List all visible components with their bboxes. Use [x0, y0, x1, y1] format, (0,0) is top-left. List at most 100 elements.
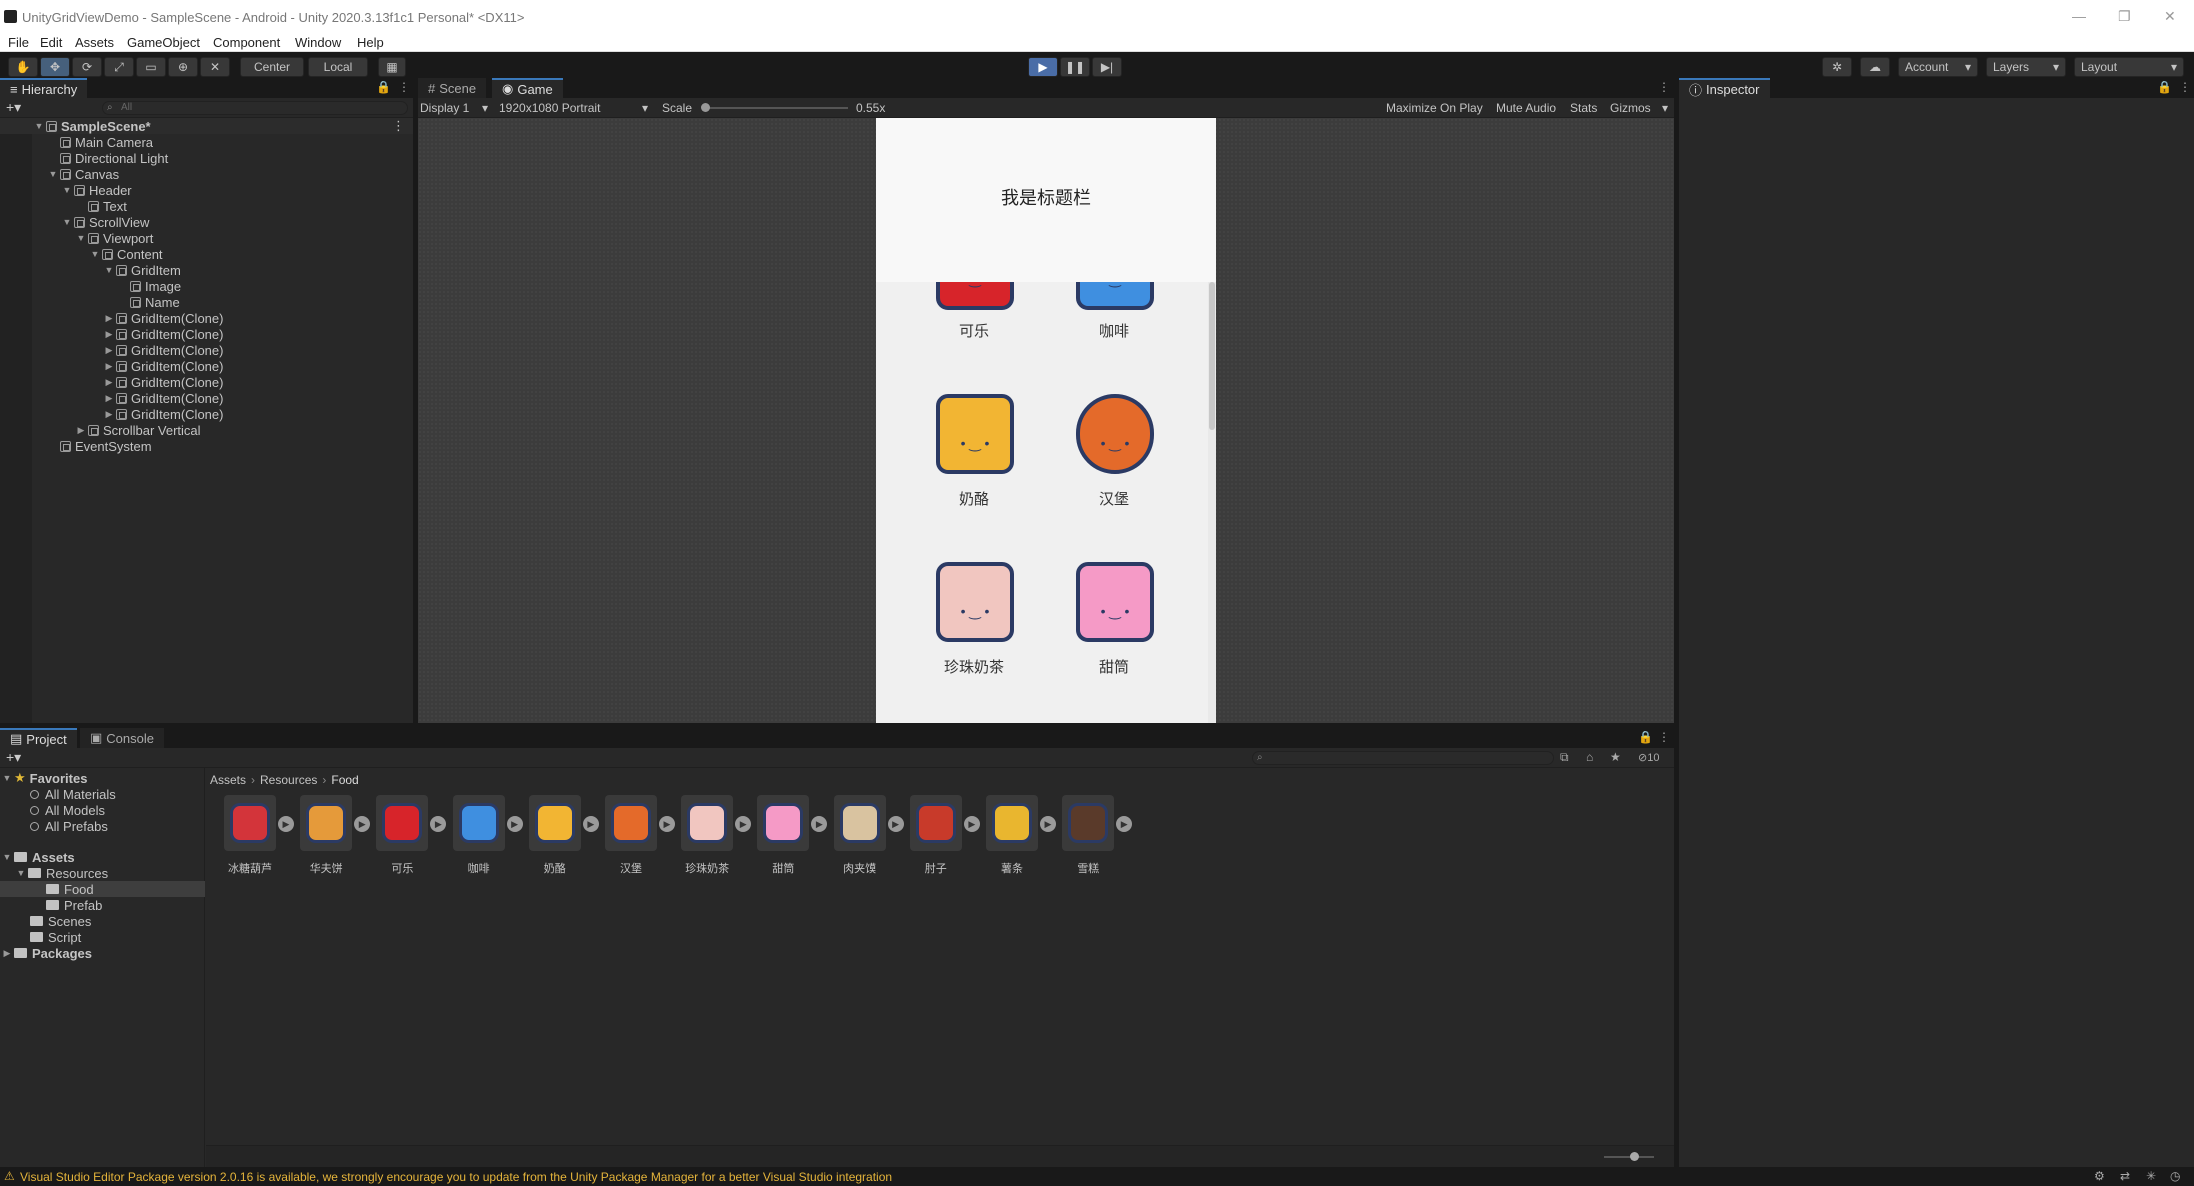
expand-sprite-icon[interactable]: ▶: [963, 816, 980, 832]
tab-inspector[interactable]: ⓘ Inspector: [1679, 78, 1770, 98]
expand-arrow-icon[interactable]: ▶: [104, 409, 114, 420]
layers-dropdown[interactable]: Layers ▾: [1986, 57, 2066, 77]
tab-scene[interactable]: # Scene: [418, 78, 487, 98]
project-search-input[interactable]: ⌕: [1252, 751, 1554, 765]
hierarchy-item[interactable]: ▼ SampleScene* ⋮: [0, 118, 413, 134]
pause-button[interactable]: ❚❚: [1060, 57, 1090, 77]
hierarchy-item[interactable]: ▶ GridItem(Clone): [104, 342, 224, 358]
asset-item[interactable]: 薯条: [984, 795, 1040, 875]
hierarchy-item[interactable]: ▼ ScrollView: [62, 214, 150, 230]
maximize-on-play-toggle[interactable]: Maximize On Play: [1386, 101, 1483, 115]
progress-icon[interactable]: ◷: [2170, 1169, 2180, 1183]
tab-console[interactable]: ▣ Console: [80, 728, 164, 748]
hierarchy-item[interactable]: Main Camera: [48, 134, 153, 150]
layout-dropdown[interactable]: Layout ▾: [2074, 57, 2184, 77]
grid-snap-button[interactable]: ▦: [378, 57, 406, 77]
expand-sprite-icon[interactable]: ▶: [887, 816, 904, 832]
asset-item[interactable]: 珍珠奶茶: [679, 795, 735, 875]
assets-row[interactable]: ▼ Assets: [2, 849, 75, 865]
hierarchy-item[interactable]: ▼ Canvas: [48, 166, 120, 182]
hierarchy-item[interactable]: ▼ Header: [62, 182, 132, 198]
rect-tool-button[interactable]: ▭: [136, 57, 166, 77]
expand-arrow-icon[interactable]: ▼: [34, 121, 44, 131]
maximize-icon[interactable]: ❐: [2118, 8, 2131, 25]
favorites-row[interactable]: ▼ ★ Favorites: [2, 770, 88, 786]
expand-arrow-icon[interactable]: ▶: [104, 329, 114, 340]
scrollbar-handle[interactable]: [1209, 282, 1215, 430]
resolution-dropdown[interactable]: 1920x1080 Portrait: [499, 101, 600, 115]
expand-arrow-icon[interactable]: ▶: [104, 361, 114, 372]
star-icon[interactable]: ★: [1610, 750, 1621, 764]
asset-item[interactable]: 肉夹馍: [832, 795, 888, 875]
folder-scenes[interactable]: Scenes: [30, 913, 91, 929]
packages-row[interactable]: ▶ Packages: [2, 945, 92, 961]
expand-arrow-icon[interactable]: ▼: [48, 169, 58, 179]
mute-audio-toggle[interactable]: Mute Audio: [1496, 101, 1556, 115]
breadcrumb-assets[interactable]: Assets: [210, 773, 246, 787]
hierarchy-item[interactable]: Directional Light: [48, 150, 168, 166]
tab-project[interactable]: ▤ Project: [0, 728, 77, 748]
tab-game[interactable]: ◉ Game: [492, 78, 563, 98]
tab-hierarchy[interactable]: ≡ Hierarchy: [0, 78, 88, 98]
add-icon[interactable]: +▾: [6, 99, 21, 116]
expand-arrow-icon[interactable]: ▼: [62, 217, 72, 227]
hierarchy-item[interactable]: ▶ GridItem(Clone): [104, 406, 224, 422]
play-button[interactable]: ▶: [1028, 57, 1058, 77]
close-icon[interactable]: ✕: [2164, 8, 2176, 25]
icon-size-slider[interactable]: [1604, 1152, 1654, 1161]
label-icon[interactable]: ⌂: [1586, 750, 1593, 764]
breadcrumb-resources[interactable]: Resources: [260, 773, 317, 787]
breadcrumb-food[interactable]: Food: [331, 773, 358, 787]
hierarchy-item[interactable]: ▶ GridItem(Clone): [104, 310, 224, 326]
scrollbar-vertical[interactable]: [1208, 282, 1216, 723]
scroll-view[interactable]: • ‿ • 可乐 • ‿ • 咖啡 • ‿ • 奶酪 • ‿ • 汉堡 • ‿ • 珍珠奶茶 • ‿…: [876, 282, 1216, 723]
slider-thumb[interactable]: [1630, 1152, 1639, 1161]
asset-item[interactable]: 咖啡: [451, 795, 507, 875]
scale-slider[interactable]: [701, 103, 848, 112]
expand-sprite-icon[interactable]: ▶: [659, 816, 675, 832]
hidden-packages-count[interactable]: ⊘10: [1638, 751, 1659, 764]
gizmos-toggle[interactable]: Gizmos: [1610, 101, 1651, 115]
menu-help[interactable]: Help: [357, 35, 384, 50]
menu-window[interactable]: Window: [295, 35, 341, 50]
asset-item[interactable]: 甜筒: [755, 795, 811, 875]
kebab-menu-icon[interactable]: ⋮: [2179, 80, 2191, 94]
pivot-center-button[interactable]: Center: [240, 57, 304, 77]
rotate-tool-button[interactable]: ⟳: [72, 57, 102, 77]
step-button[interactable]: ▶|: [1092, 57, 1122, 77]
collab-button[interactable]: ✲: [1822, 57, 1852, 77]
expand-sprite-icon[interactable]: ▶: [278, 816, 294, 832]
asset-item[interactable]: 可乐: [374, 795, 430, 875]
expand-arrow-icon[interactable]: ▶: [104, 393, 114, 404]
expand-arrow-icon[interactable]: ▼: [62, 185, 72, 195]
kebab-menu-icon[interactable]: ⋮: [398, 80, 410, 94]
hierarchy-item[interactable]: Text: [76, 198, 127, 214]
hierarchy-item[interactable]: ▼ Viewport: [76, 230, 154, 246]
account-dropdown[interactable]: Account ▾: [1898, 57, 1978, 77]
auto-generate-lighting-icon[interactable]: ⚙: [2094, 1169, 2105, 1183]
expand-arrow-icon[interactable]: ▶: [104, 313, 114, 324]
expand-sprite-icon[interactable]: ▶: [1040, 816, 1056, 832]
kebab-menu-icon[interactable]: ⋮: [1658, 730, 1670, 744]
custom-tool-button[interactable]: ✕: [200, 57, 230, 77]
add-icon[interactable]: +▾: [6, 749, 21, 766]
folder-food[interactable]: Food: [0, 881, 205, 897]
menu-gameobject[interactable]: GameObject: [127, 35, 200, 50]
asset-item[interactable]: 雪糕: [1060, 795, 1116, 875]
hierarchy-item[interactable]: Image: [118, 278, 181, 294]
menu-file[interactable]: File: [8, 35, 29, 50]
hierarchy-item[interactable]: ▼ Content: [90, 246, 163, 262]
asset-item[interactable]: 华夫饼: [298, 795, 354, 875]
hierarchy-item[interactable]: ▶ GridItem(Clone): [104, 326, 224, 342]
lock-icon[interactable]: 🔒: [376, 80, 391, 94]
kebab-menu-icon[interactable]: ⋮: [1658, 80, 1670, 94]
network-icon[interactable]: ⇄: [2120, 1169, 2130, 1183]
expand-arrow-icon[interactable]: ▶: [104, 377, 114, 388]
expand-arrow-icon[interactable]: ▼: [90, 249, 100, 259]
menu-assets[interactable]: Assets: [75, 35, 114, 50]
asset-item[interactable]: 肘子: [908, 795, 964, 875]
expand-arrow-icon[interactable]: ▼: [76, 233, 86, 243]
hierarchy-item[interactable]: ▼ GridItem: [104, 262, 181, 278]
stats-toggle[interactable]: Stats: [1570, 101, 1597, 115]
slider-thumb[interactable]: [701, 103, 710, 112]
